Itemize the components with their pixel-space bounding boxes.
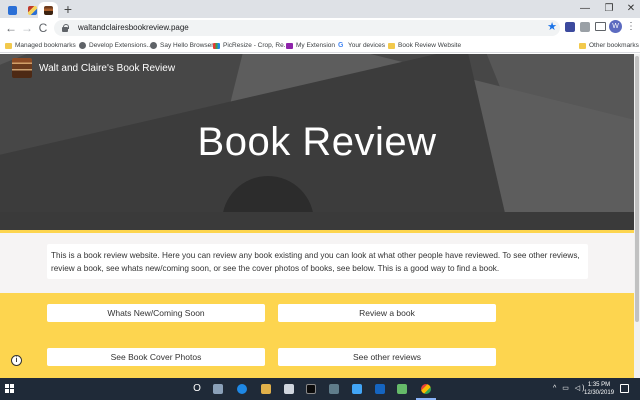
bookmark-label: My Extension [296, 42, 336, 49]
new-tab-button[interactable]: + [60, 1, 76, 17]
edge-icon[interactable] [237, 384, 247, 394]
accent-divider [0, 230, 634, 233]
bookmark-label: Your devices [348, 42, 385, 49]
bookmark-your-devices[interactable]: G Your devices [338, 39, 385, 52]
bookmark-star-icon[interactable]: ★ [546, 20, 558, 34]
file-explorer-icon[interactable] [261, 384, 271, 394]
cover-photos-button[interactable]: See Book Cover Photos [47, 348, 265, 366]
close-window-button[interactable]: ✕ [620, 0, 640, 18]
bookmark-develop-extensions[interactable]: Develop Extensions... [79, 39, 152, 52]
whats-new-button[interactable]: Whats New/Coming Soon [47, 304, 265, 322]
puzzle-icon [7, 5, 17, 15]
review-book-button[interactable]: Review a book [278, 304, 496, 322]
bookmark-say-hello[interactable]: Say Hello Browser [150, 39, 213, 52]
notification-icon[interactable] [620, 384, 629, 393]
bookmark-picresize[interactable]: PicResize - Crop, Re... [213, 39, 289, 52]
other-reviews-button[interactable]: See other reviews [278, 348, 496, 366]
web-page: Walt and Claire's Book Review Book Revie… [0, 54, 640, 378]
snipping-icon[interactable] [329, 384, 339, 394]
notepad-icon[interactable] [397, 384, 407, 394]
extension-1-icon[interactable] [565, 22, 575, 32]
profile-avatar[interactable]: W [609, 20, 622, 33]
site-name[interactable]: Walt and Claire's Book Review [39, 63, 175, 74]
site-favicon-icon [27, 5, 37, 15]
tab-book-review-active[interactable] [38, 2, 58, 18]
intro-text: This is a book review website. Here you … [47, 244, 588, 279]
clock[interactable]: 1:35 PM 12/30/2019 [584, 381, 614, 397]
system-tray-icons[interactable]: ^ ▭ ◁) [553, 384, 587, 392]
minimize-button[interactable]: — [574, 0, 596, 18]
clock-date: 12/30/2019 [584, 390, 615, 396]
clock-time: 1:35 PM [587, 382, 611, 388]
folder-icon [388, 42, 395, 49]
info-icon[interactable]: i [11, 355, 22, 366]
mail-icon[interactable] [284, 384, 294, 394]
bookmark-managed[interactable]: Managed bookmarks [5, 39, 76, 52]
vscode-icon[interactable] [352, 384, 362, 394]
hero-banner: Walt and Claire's Book Review Book Revie… [0, 54, 634, 230]
bookmark-label: Say Hello Browser [160, 42, 214, 49]
bookmark-label: Managed bookmarks [15, 42, 76, 49]
forward-button[interactable]: → [19, 20, 35, 36]
bookmark-label: Other bookmarks [589, 42, 639, 49]
maximize-button[interactable]: ❐ [598, 0, 620, 18]
site-brand[interactable]: Walt and Claire's Book Review [12, 58, 175, 78]
tab-extensions[interactable] [2, 2, 22, 18]
scrollbar-thumb[interactable] [635, 56, 639, 322]
bookmark-label: PicResize - Crop, Re... [223, 42, 290, 49]
bookmark-label: Book Review Website [398, 42, 462, 49]
bookmark-other[interactable]: Other bookmarks [579, 39, 639, 52]
back-button[interactable]: ← [3, 20, 19, 36]
extension-icon [286, 42, 293, 49]
windows-taskbar: O ^ ▭ ◁) 1:35 PM 12/30/2019 [0, 378, 640, 400]
url-text[interactable]: waltandclairesbookreview.page [78, 22, 189, 34]
app-icon[interactable] [375, 384, 385, 394]
folder-icon [5, 42, 12, 49]
extension-2-icon[interactable] [580, 22, 590, 32]
address-bar[interactable]: waltandclairesbookreview.page [54, 20, 560, 36]
page-scrollbar[interactable] [634, 54, 640, 378]
tab-strip: + — ❐ ✕ [0, 0, 640, 18]
bookmark-label: Develop Extensions... [89, 42, 152, 49]
picresize-icon [213, 42, 220, 49]
hero-floor-shape [0, 212, 634, 230]
globe-icon [150, 42, 157, 49]
windows-start-icon[interactable] [5, 384, 15, 394]
folder-icon [579, 42, 586, 49]
lock-icon[interactable] [62, 24, 69, 32]
bookmark-book-review[interactable]: Book Review Website [388, 39, 461, 52]
cast-icon[interactable] [595, 22, 606, 31]
browser-menu-icon[interactable]: ⋮ [626, 20, 636, 34]
chrome-icon[interactable] [421, 384, 431, 394]
bookmarks-bar: Managed bookmarks Develop Extensions... … [0, 38, 640, 53]
globe-icon [79, 42, 86, 49]
google-icon: G [338, 41, 344, 49]
book-favicon-icon [43, 5, 53, 15]
cortana-icon[interactable]: O [189, 381, 205, 397]
hero-title: Book Review [197, 120, 437, 164]
bookmark-my-extension[interactable]: My Extension [286, 39, 335, 52]
browser-toolbar: ← → C waltandclairesbookreview.page [0, 18, 640, 38]
task-view-icon[interactable] [213, 384, 223, 394]
bookshelf-logo-icon [12, 58, 32, 78]
terminal-icon[interactable] [306, 384, 316, 394]
reload-button[interactable]: C [35, 20, 51, 36]
